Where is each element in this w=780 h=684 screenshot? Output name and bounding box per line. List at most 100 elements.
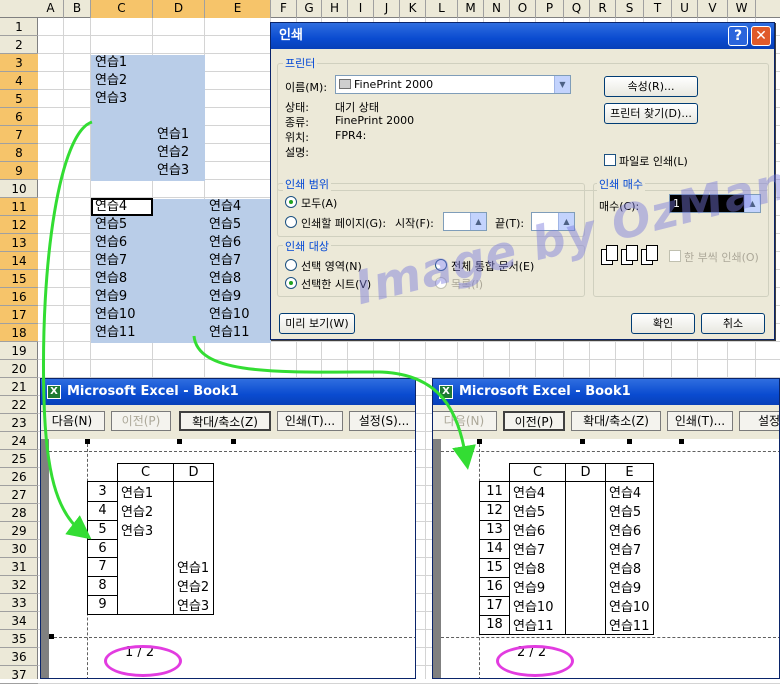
cell-e13[interactable]: 연습6 [205,234,241,252]
print-button[interactable]: 인쇄(T)... [667,411,733,431]
row-header-4[interactable]: 4 [0,72,38,90]
what-sheets-radio[interactable] [285,277,297,289]
find-printer-button[interactable]: 프린터 찾기(D)... [604,103,698,124]
row-header-15[interactable]: 15 [0,270,38,288]
cell-c18[interactable]: 연습11 [91,324,135,342]
next-page-button[interactable]: 다음(N) [433,411,497,431]
column-header-v[interactable]: V [698,0,728,18]
column-header-w[interactable]: W [728,0,756,18]
cell-e17[interactable]: 연습10 [205,306,249,324]
column-header-m[interactable]: M [458,0,484,18]
row-header-26[interactable]: 26 [0,468,38,486]
margin-handle[interactable] [679,439,684,444]
cell-c12[interactable]: 연습5 [91,216,127,234]
column-header-j[interactable]: J [374,0,400,18]
margin-handle[interactable] [580,439,585,444]
column-header-a[interactable]: A [38,0,64,18]
setup-button[interactable]: 설정 [739,411,779,431]
row-header-3[interactable]: 3 [0,54,38,72]
row-header-8[interactable]: 8 [0,144,38,162]
spinner-icon[interactable]: ▲ [470,213,486,230]
from-spinner[interactable]: ▲ [443,212,487,231]
row-header-28[interactable]: 28 [0,504,38,522]
cell-c17[interactable]: 연습10 [91,306,135,324]
row-header-36[interactable]: 36 [0,648,38,666]
column-header-d[interactable]: D [153,0,205,18]
dialog-title-bar[interactable]: 인쇄 ? ✕ [271,23,774,49]
margin-handle[interactable] [177,439,182,444]
column-header-h[interactable]: H [322,0,348,18]
row-header-11[interactable]: 11 [0,198,38,216]
margin-handle[interactable] [231,439,236,444]
next-page-button[interactable]: 다음(N) [41,411,105,431]
cell-c4[interactable]: 연습2 [91,72,127,90]
preview-title-bar[interactable]: X Microsoft Excel - Book1 [41,379,415,405]
close-button[interactable]: ✕ [751,26,771,46]
column-header-q[interactable]: Q [564,0,590,18]
row-header-30[interactable]: 30 [0,540,38,558]
column-header-k[interactable]: K [400,0,426,18]
preview-button[interactable]: 미리 보기(W) [279,313,355,334]
column-header-f[interactable]: F [271,0,297,18]
zoom-button[interactable]: 확대/축소(Z) [571,411,661,431]
column-header-c[interactable]: C [91,0,153,18]
cell-c14[interactable]: 연습7 [91,252,127,270]
row-header-6[interactable]: 6 [0,108,38,126]
cell-c13[interactable]: 연습6 [91,234,127,252]
margin-handle[interactable] [477,439,482,444]
column-header-i[interactable]: I [348,0,374,18]
row-header-17[interactable]: 17 [0,306,38,324]
preview-title-bar[interactable]: X Microsoft Excel - Book1 [433,379,779,405]
row-header-7[interactable]: 7 [0,126,38,144]
row-header-29[interactable]: 29 [0,522,38,540]
print-to-file-checkbox[interactable] [604,154,616,166]
row-header-32[interactable]: 32 [0,576,38,594]
column-header-p[interactable]: P [536,0,564,18]
what-selection-radio[interactable] [285,259,297,271]
properties-button[interactable]: 속성(R)... [604,76,698,97]
row-header-19[interactable]: 19 [0,342,38,360]
column-header-t[interactable]: T [644,0,672,18]
range-all-radio[interactable] [285,196,297,208]
row-header-24[interactable]: 24 [0,432,38,450]
cell-e16[interactable]: 연습9 [205,288,241,306]
print-button[interactable]: 인쇄(T)... [277,411,343,431]
row-header-9[interactable]: 9 [0,162,38,180]
row-header-2[interactable]: 2 [0,36,38,54]
prev-page-button[interactable]: 이전(P) [503,411,565,431]
column-header-e[interactable]: E [205,0,271,18]
column-header-n[interactable]: N [484,0,510,18]
margin-handle[interactable] [627,439,632,444]
row-header-35[interactable]: 35 [0,630,38,648]
cell-e18[interactable]: 연습11 [205,324,249,342]
range-pages-radio[interactable] [285,216,297,228]
column-header-b[interactable]: B [64,0,91,18]
cell-d8[interactable]: 연습2 [153,144,189,162]
row-header-13[interactable]: 13 [0,234,38,252]
row-header-12[interactable]: 12 [0,216,38,234]
row-header-21[interactable]: 21 [0,378,38,396]
row-header-20[interactable]: 20 [0,360,38,378]
cell-d7[interactable]: 연습1 [153,126,189,144]
row-header-33[interactable]: 33 [0,594,38,612]
prev-page-button[interactable]: 이전(P) [111,411,171,431]
column-header-g[interactable]: G [297,0,322,18]
column-header-o[interactable]: O [510,0,536,18]
cell-e14[interactable]: 연습7 [205,252,241,270]
margin-handle[interactable] [49,634,54,639]
row-header-23[interactable]: 23 [0,414,38,432]
row-header-5[interactable]: 5 [0,90,38,108]
cell-d9[interactable]: 연습3 [153,162,189,180]
cell-c15[interactable]: 연습8 [91,270,127,288]
chevron-down-icon[interactable]: ▼ [554,76,570,93]
setup-button[interactable]: 설정(S)... [349,411,415,431]
printer-select[interactable]: FinePrint 2000 ▼ [335,75,571,94]
column-header-l[interactable]: L [426,0,458,18]
cell-c3[interactable]: 연습1 [91,54,127,72]
cell-c11[interactable]: 연습4 [91,198,153,216]
column-header-r[interactable]: R [590,0,616,18]
row-header-34[interactable]: 34 [0,612,38,630]
cell-c16[interactable]: 연습9 [91,288,127,306]
row-header-22[interactable]: 22 [0,396,38,414]
help-button[interactable]: ? [728,26,748,46]
